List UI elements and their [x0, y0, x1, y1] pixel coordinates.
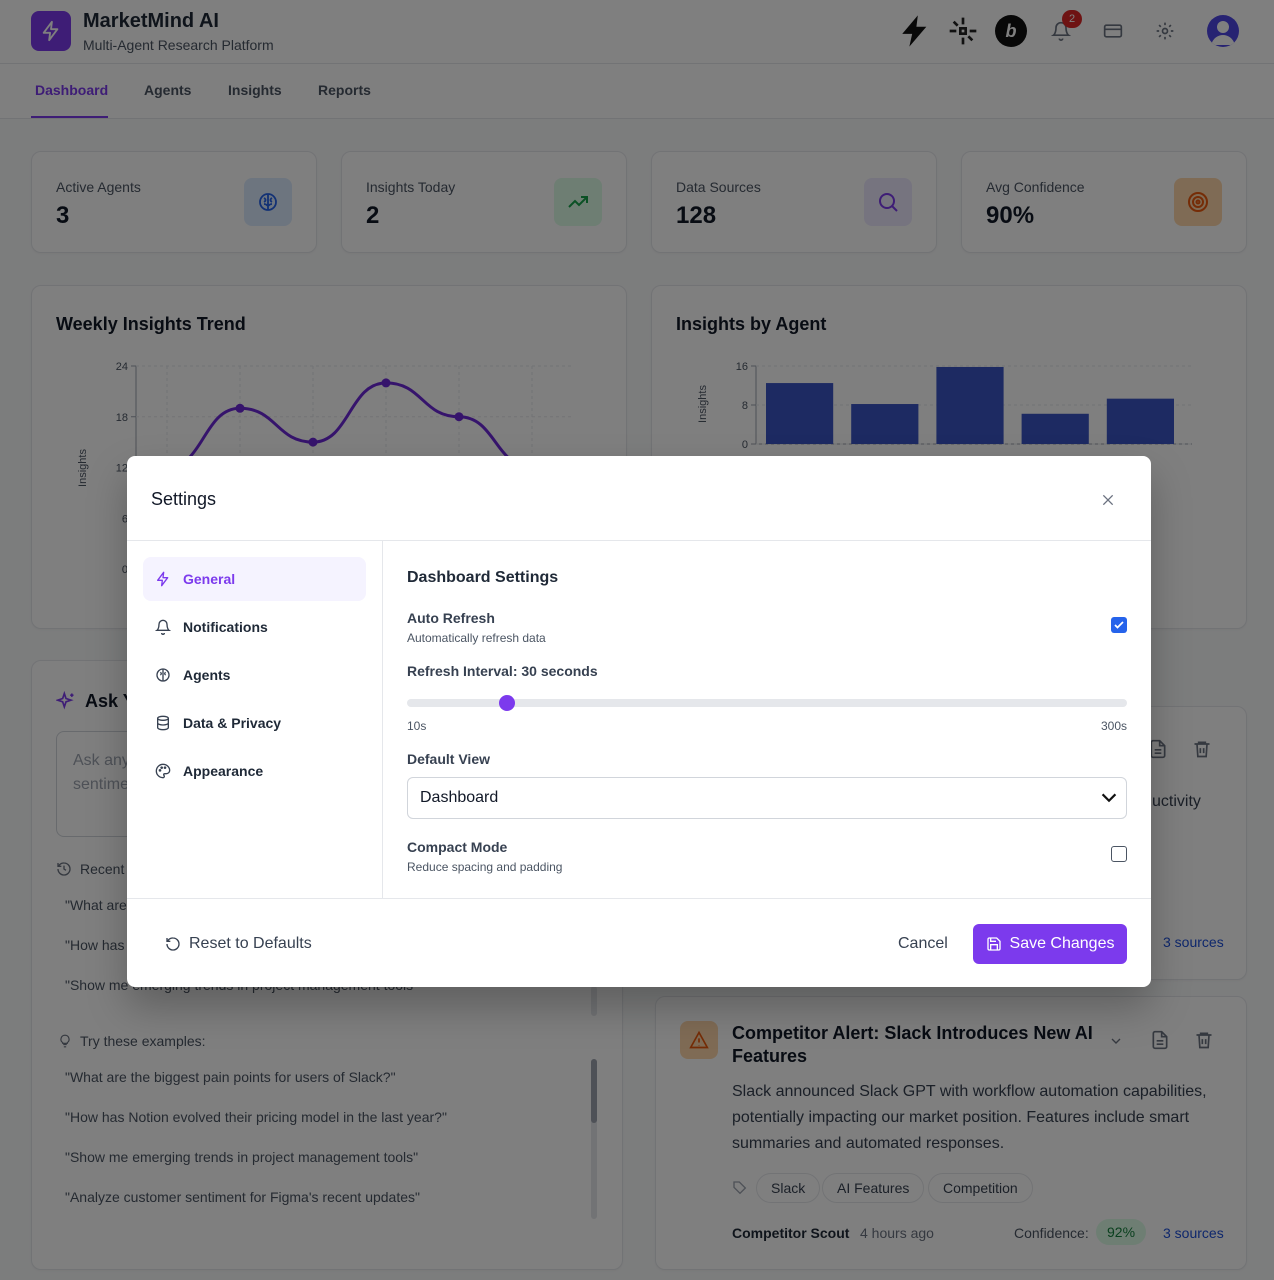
bell-icon — [155, 619, 171, 635]
modal-header: Settings — [127, 456, 1151, 541]
settings-nav-appearance[interactable]: Appearance — [143, 749, 366, 793]
chevron-down-icon — [1098, 787, 1120, 814]
slider-thumb[interactable] — [498, 695, 515, 711]
compact-mode-checkbox[interactable] — [1111, 846, 1127, 862]
compact-mode-desc: Reduce spacing and padding — [407, 860, 563, 874]
cancel-button[interactable]: Cancel — [898, 935, 948, 953]
zap-icon — [155, 571, 171, 587]
save-icon — [986, 936, 1002, 952]
nav-label: General — [183, 571, 236, 587]
settings-nav: General Notifications Agents Data & Priv… — [127, 541, 383, 898]
reset-defaults-button[interactable]: Reset to Defaults — [165, 935, 312, 953]
nav-label: Data & Privacy — [183, 715, 282, 731]
rotate-ccw-icon — [165, 936, 181, 952]
save-changes-button[interactable]: Save Changes — [973, 924, 1127, 964]
palette-icon — [155, 763, 171, 779]
nav-label: Notifications — [183, 619, 268, 635]
save-label: Save Changes — [1009, 935, 1115, 952]
auto-refresh-checkbox[interactable] — [1111, 617, 1127, 633]
reset-label: Reset to Defaults — [189, 935, 312, 952]
nav-label: Agents — [183, 667, 231, 683]
settings-nav-data-privacy[interactable]: Data & Privacy — [143, 701, 366, 745]
settings-content: Dashboard Settings Auto Refresh Automati… — [383, 541, 1151, 898]
refresh-interval-label: Refresh Interval: 30 seconds — [407, 663, 598, 679]
close-icon[interactable] — [1097, 489, 1119, 511]
database-icon — [155, 715, 171, 731]
settings-nav-general[interactable]: General — [143, 557, 366, 601]
default-view-value: Dashboard — [420, 789, 499, 806]
modal-footer: Reset to Defaults Cancel Save Changes — [127, 898, 1151, 987]
auto-refresh-desc: Automatically refresh data — [407, 631, 546, 645]
brain-icon — [155, 667, 171, 683]
settings-nav-agents[interactable]: Agents — [143, 653, 366, 697]
default-view-select[interactable]: Dashboard — [407, 777, 1127, 819]
slider-min-label: 10s — [407, 719, 427, 733]
settings-nav-notifications[interactable]: Notifications — [143, 605, 366, 649]
modal-title: Settings — [151, 489, 217, 509]
nav-label: Appearance — [183, 763, 264, 779]
auto-refresh-label: Auto Refresh — [407, 610, 495, 626]
settings-modal: Settings General Notifications Agents Da… — [127, 456, 1151, 987]
section-title: Dashboard Settings — [407, 569, 559, 586]
default-view-label: Default View — [407, 751, 490, 767]
refresh-interval-slider[interactable] — [407, 699, 1127, 707]
slider-max-label: 300s — [1100, 719, 1127, 733]
compact-mode-label: Compact Mode — [407, 839, 508, 855]
